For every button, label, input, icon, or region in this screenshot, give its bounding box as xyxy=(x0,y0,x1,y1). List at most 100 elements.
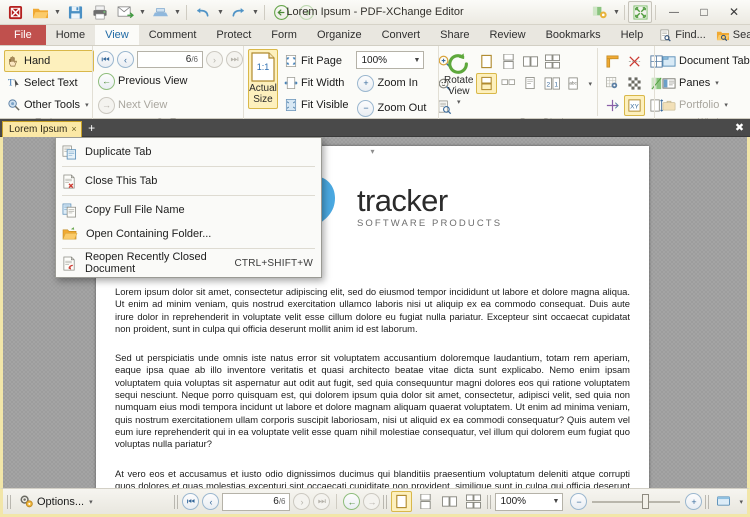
other-tools-button[interactable]: Other Tools ▾ xyxy=(4,94,94,116)
status-page-layout-button[interactable] xyxy=(713,491,734,512)
status-zoom-in-button[interactable]: + xyxy=(685,493,703,510)
close-all-tabs-button[interactable]: ✖ xyxy=(732,120,747,135)
next-page-button[interactable]: › xyxy=(206,51,223,68)
status-page-number-input[interactable]: 6 /6 xyxy=(222,492,291,511)
context-menu-item-close-this-tab[interactable]: Close This Tab xyxy=(56,169,321,193)
customize-toolbar-dropdown-icon[interactable]: ▼ xyxy=(612,2,621,22)
customize-toolbar-icon[interactable] xyxy=(588,1,612,23)
document-viewport[interactable]: ▾ tracker SOFTWARE PRODUCTS Lorem ipsum … xyxy=(0,137,750,488)
status-previous-view-button[interactable]: ← xyxy=(343,493,361,510)
page-numbers-button[interactable]: 21 xyxy=(542,73,563,94)
tab-comment[interactable]: Comment xyxy=(139,25,207,45)
status-first-page-button[interactable]: ⏮ xyxy=(182,493,200,510)
reading-direction-button[interactable]: abc xyxy=(564,73,585,94)
snap-to-grid-button[interactable] xyxy=(602,73,623,94)
minimize-button[interactable]: — xyxy=(659,1,689,23)
measure-crosshair-button[interactable] xyxy=(602,95,623,116)
email-icon[interactable] xyxy=(113,1,137,23)
rulers-button[interactable] xyxy=(602,51,623,72)
actual-size-button[interactable]: 1:1 Actual Size xyxy=(248,49,278,109)
status-last-page-button[interactable]: ⏭ xyxy=(313,493,331,510)
fit-visible-button[interactable]: Fit Visible xyxy=(281,94,353,116)
zoom-out-button[interactable]: − Zoom Out xyxy=(356,97,431,119)
document-tabs-button[interactable]: Document Tabs ▾ xyxy=(659,50,750,72)
transparency-grid-button[interactable] xyxy=(624,73,645,94)
tab-convert[interactable]: Convert xyxy=(372,25,431,45)
zoom-in-button[interactable]: + Zoom In xyxy=(356,72,431,94)
tab-bookmarks[interactable]: Bookmarks xyxy=(536,25,611,45)
fit-width-button[interactable]: Fit Width xyxy=(281,72,353,94)
spreadsheet-split-button[interactable] xyxy=(498,73,519,94)
status-zoom-select[interactable]: 100% ▼ xyxy=(495,492,564,511)
find-button[interactable]: Find... xyxy=(653,25,712,45)
select-text-button[interactable]: T Select Text xyxy=(4,72,94,94)
previous-page-button[interactable]: ‹ xyxy=(117,51,134,68)
email-dropdown-icon[interactable]: ▼ xyxy=(138,2,147,22)
context-menu-item-copy-full-file-name[interactable]: Copy Full File Name xyxy=(56,198,321,222)
page-split-grip[interactable]: ▾ xyxy=(370,147,374,156)
options-button[interactable]: Options... ▾ xyxy=(15,491,97,512)
tab-share[interactable]: Share xyxy=(430,25,479,45)
status-single-page-button[interactable] xyxy=(391,491,413,512)
chevron-down-icon[interactable]: ▾ xyxy=(588,80,592,88)
close-tab-icon[interactable]: × xyxy=(71,124,76,134)
tab-organize[interactable]: Organize xyxy=(307,25,372,45)
hide-guides-button[interactable] xyxy=(624,51,645,72)
rotate-view-button[interactable]: Rotate View ▾ xyxy=(443,49,474,109)
status-single-continuous-button[interactable] xyxy=(415,491,436,512)
open-file-dropdown-icon[interactable]: ▼ xyxy=(53,2,62,22)
fullscreen-icon[interactable] xyxy=(628,1,652,23)
zoom-level-select[interactable]: 100% ▼ xyxy=(356,51,425,69)
undo-icon[interactable] xyxy=(191,1,215,23)
cursor-coordinates-button[interactable]: XY xyxy=(623,95,645,116)
split-view-button[interactable] xyxy=(476,73,498,94)
zoom-slider[interactable] xyxy=(590,492,682,511)
status-two-pages-continuous-button[interactable] xyxy=(463,491,484,512)
status-next-page-button[interactable]: › xyxy=(293,493,311,510)
tab-file[interactable]: File xyxy=(0,25,46,45)
tab-protect[interactable]: Protect xyxy=(206,25,261,45)
save-file-icon[interactable] xyxy=(63,1,87,23)
redo-icon[interactable] xyxy=(226,1,250,23)
print-icon[interactable] xyxy=(88,1,112,23)
chevron-down-icon[interactable]: ▾ xyxy=(739,498,743,506)
page-number-input[interactable]: 6 /6 xyxy=(137,51,203,68)
context-menu-item-open-containing-folder[interactable]: Open Containing Folder... xyxy=(56,222,321,246)
status-two-pages-button[interactable] xyxy=(439,491,460,512)
undo-dropdown-icon[interactable]: ▼ xyxy=(216,2,225,22)
back-icon[interactable] xyxy=(269,1,293,23)
close-window-button[interactable]: ✕ xyxy=(719,1,749,23)
context-menu-item-reopen-recently-closed-document[interactable]: Reopen Recently Closed Document CTRL+SHI… xyxy=(56,251,321,275)
hand-tool-button[interactable]: Hand xyxy=(4,50,94,72)
single-page-continuous-button[interactable] xyxy=(498,51,519,72)
next-view-button[interactable]: → Next View xyxy=(97,94,243,116)
first-page-button[interactable]: ⏮ xyxy=(97,51,114,68)
portfolio-button[interactable]: Portfolio ▾ xyxy=(659,94,750,116)
cover-page-button[interactable] xyxy=(520,73,541,94)
tab-form[interactable]: Form xyxy=(261,25,307,45)
redo-dropdown-icon[interactable]: ▼ xyxy=(251,2,260,22)
previous-view-button[interactable]: ← Previous View xyxy=(97,70,243,92)
single-page-view-button[interactable] xyxy=(476,51,497,72)
forward-icon[interactable] xyxy=(294,1,318,23)
status-next-view-button[interactable]: → xyxy=(363,493,381,510)
search-button[interactable]: Search... xyxy=(712,25,750,45)
new-tab-button[interactable]: + xyxy=(84,120,100,135)
tab-home[interactable]: Home xyxy=(46,25,95,45)
panes-button[interactable]: Panes ▾ xyxy=(659,72,750,94)
status-previous-page-button[interactable]: ‹ xyxy=(202,493,220,510)
maximize-button[interactable]: □ xyxy=(689,1,719,23)
fit-page-button[interactable]: Fit Page xyxy=(281,50,353,72)
context-menu-item-duplicate-tab[interactable]: Duplicate Tab xyxy=(56,140,321,164)
open-file-icon[interactable] xyxy=(28,1,52,23)
tab-review[interactable]: Review xyxy=(479,25,535,45)
document-tab-lorem-ipsum[interactable]: Lorem Ipsum × xyxy=(2,120,82,137)
zoom-slider-thumb[interactable] xyxy=(642,494,650,509)
two-pages-continuous-button[interactable] xyxy=(542,51,563,72)
last-page-button[interactable]: ⏭ xyxy=(226,51,243,68)
tab-view[interactable]: View xyxy=(95,25,139,45)
status-zoom-out-button[interactable]: − xyxy=(570,493,588,510)
scanner-dropdown-icon[interactable]: ▼ xyxy=(173,2,182,22)
app-logo-icon[interactable] xyxy=(3,1,27,23)
scanner-icon[interactable] xyxy=(148,1,172,23)
